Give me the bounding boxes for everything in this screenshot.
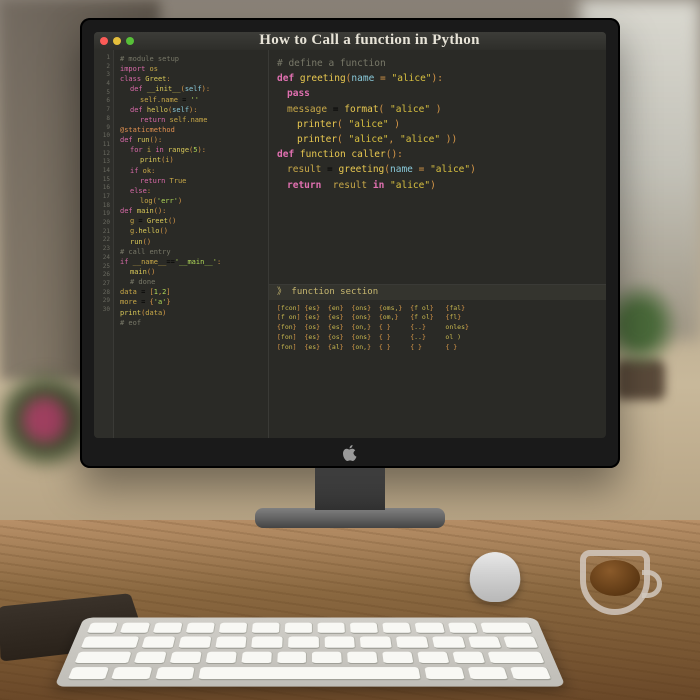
code-line[interactable]: printer( "alice" )	[277, 117, 598, 132]
close-button[interactable]	[100, 37, 108, 45]
monitor-bezel: How to Call a function in Python 1234567…	[80, 18, 620, 468]
editor-panes: 1234567891011121314151617181920212223242…	[94, 50, 606, 438]
code-line[interactable]: else:	[120, 186, 262, 196]
output-line: [f on] {es} {es} {ons} {om,} {f ol} {fl}	[277, 313, 598, 323]
code-line[interactable]: self.name = ''	[120, 95, 262, 105]
line-number: 28	[94, 289, 113, 298]
code-line[interactable]: print(data)	[120, 308, 262, 318]
line-number: 11	[94, 141, 113, 150]
line-number: 30	[94, 306, 113, 315]
code-line[interactable]: g = Greet()	[120, 216, 262, 226]
code-line[interactable]: run()	[120, 237, 262, 247]
monitor-stand-base	[255, 508, 445, 528]
zoom-button[interactable]	[126, 37, 134, 45]
code-line[interactable]: return self.name	[120, 115, 262, 125]
line-number: 2	[94, 63, 113, 72]
code-line[interactable]: return result in "alice")	[277, 178, 598, 193]
output-line: [fcon] {es} {en} {ons} {oms,} {f ol} {fa…	[277, 304, 598, 314]
right-editor-pane[interactable]: # define a functiondef greeting(name = "…	[269, 50, 606, 285]
line-number: 20	[94, 219, 113, 228]
line-number: 5	[94, 89, 113, 98]
bottom-panel-header[interactable]: 》 function section	[269, 285, 606, 300]
line-number: 24	[94, 254, 113, 263]
line-number: 25	[94, 263, 113, 272]
line-number: 19	[94, 210, 113, 219]
line-number: 13	[94, 158, 113, 167]
code-line[interactable]: g.hello()	[120, 226, 262, 236]
apple-logo-icon	[342, 444, 358, 462]
output-line: {fon} {os} {es} {on,} { } {..} onles}	[277, 323, 598, 333]
output-line: [fon] {es} {al} {on,} { } { } { }	[277, 343, 598, 353]
line-number: 10	[94, 132, 113, 141]
code-line[interactable]: def function caller():	[277, 147, 598, 162]
line-number: 4	[94, 80, 113, 89]
line-number: 7	[94, 106, 113, 115]
minimize-button[interactable]	[113, 37, 121, 45]
code-line[interactable]: return True	[120, 176, 262, 186]
code-line[interactable]: log('err')	[120, 196, 262, 206]
code-line[interactable]: message = format( "alice" )	[277, 102, 598, 117]
code-line[interactable]: if ok:	[120, 166, 262, 176]
code-line[interactable]: main()	[120, 267, 262, 277]
code-line[interactable]: # eof	[120, 318, 262, 328]
desk-scene: How to Call a function in Python 1234567…	[0, 0, 700, 700]
line-number: 1	[94, 54, 113, 63]
code-line[interactable]: pass	[277, 86, 598, 101]
code-line[interactable]: # module setup	[120, 54, 262, 64]
line-number: 26	[94, 271, 113, 280]
code-line[interactable]: printer( "alice", "alice" ))	[277, 132, 598, 147]
line-number: 22	[94, 236, 113, 245]
line-number-gutter: 1234567891011121314151617181920212223242…	[94, 50, 114, 438]
code-line[interactable]: class Greet:	[120, 74, 262, 84]
code-editor-window[interactable]: How to Call a function in Python 1234567…	[94, 32, 606, 438]
window-title: How to Call a function in Python	[139, 32, 600, 52]
code-line[interactable]: result = greeting(name = "alice")	[277, 162, 598, 177]
line-number: 16	[94, 184, 113, 193]
monitor: How to Call a function in Python 1234567…	[80, 18, 620, 528]
code-line[interactable]: for i in range(5):	[120, 145, 262, 155]
line-number: 23	[94, 245, 113, 254]
line-number: 6	[94, 97, 113, 106]
output-line: [fon] {es} {os} {ons} { } {..} ol )	[277, 333, 598, 343]
code-line[interactable]: data = [1,2]	[120, 287, 262, 297]
line-number: 27	[94, 280, 113, 289]
line-number: 14	[94, 167, 113, 176]
line-number: 29	[94, 297, 113, 306]
line-number: 3	[94, 71, 113, 80]
code-line[interactable]: def main():	[120, 206, 262, 216]
code-line[interactable]: def hello(self):	[120, 105, 262, 115]
line-number: 8	[94, 115, 113, 124]
left-editor-pane[interactable]: # module setupimport osclass Greet:def _…	[114, 50, 269, 438]
code-line[interactable]: def greeting(name = "alice"):	[277, 71, 598, 86]
code-line[interactable]: # define a function	[277, 56, 598, 71]
coffee-cup	[580, 550, 660, 630]
line-number: 12	[94, 150, 113, 159]
code-line[interactable]: def __init__(self):	[120, 84, 262, 94]
line-number: 9	[94, 124, 113, 133]
code-line[interactable]: print(i)	[120, 155, 262, 165]
code-line[interactable]: if __name__=='__main__':	[120, 257, 262, 267]
line-number: 21	[94, 228, 113, 237]
output-panel[interactable]: [fcon] {es} {en} {ons} {oms,} {f ol} {fa…	[269, 300, 606, 438]
code-line[interactable]: # done	[120, 277, 262, 287]
window-titlebar[interactable]: How to Call a function in Python	[94, 32, 606, 50]
code-line[interactable]: # call entry	[120, 247, 262, 257]
code-line[interactable]: def run():	[120, 135, 262, 145]
flower-vase	[0, 360, 90, 480]
line-number: 15	[94, 176, 113, 185]
line-number: 18	[94, 202, 113, 211]
keyboard[interactable]	[54, 618, 565, 687]
code-line[interactable]: @staticmethod	[120, 125, 262, 135]
code-line[interactable]: more = {'a'}	[120, 297, 262, 307]
code-line[interactable]: import os	[120, 64, 262, 74]
line-number: 17	[94, 193, 113, 202]
